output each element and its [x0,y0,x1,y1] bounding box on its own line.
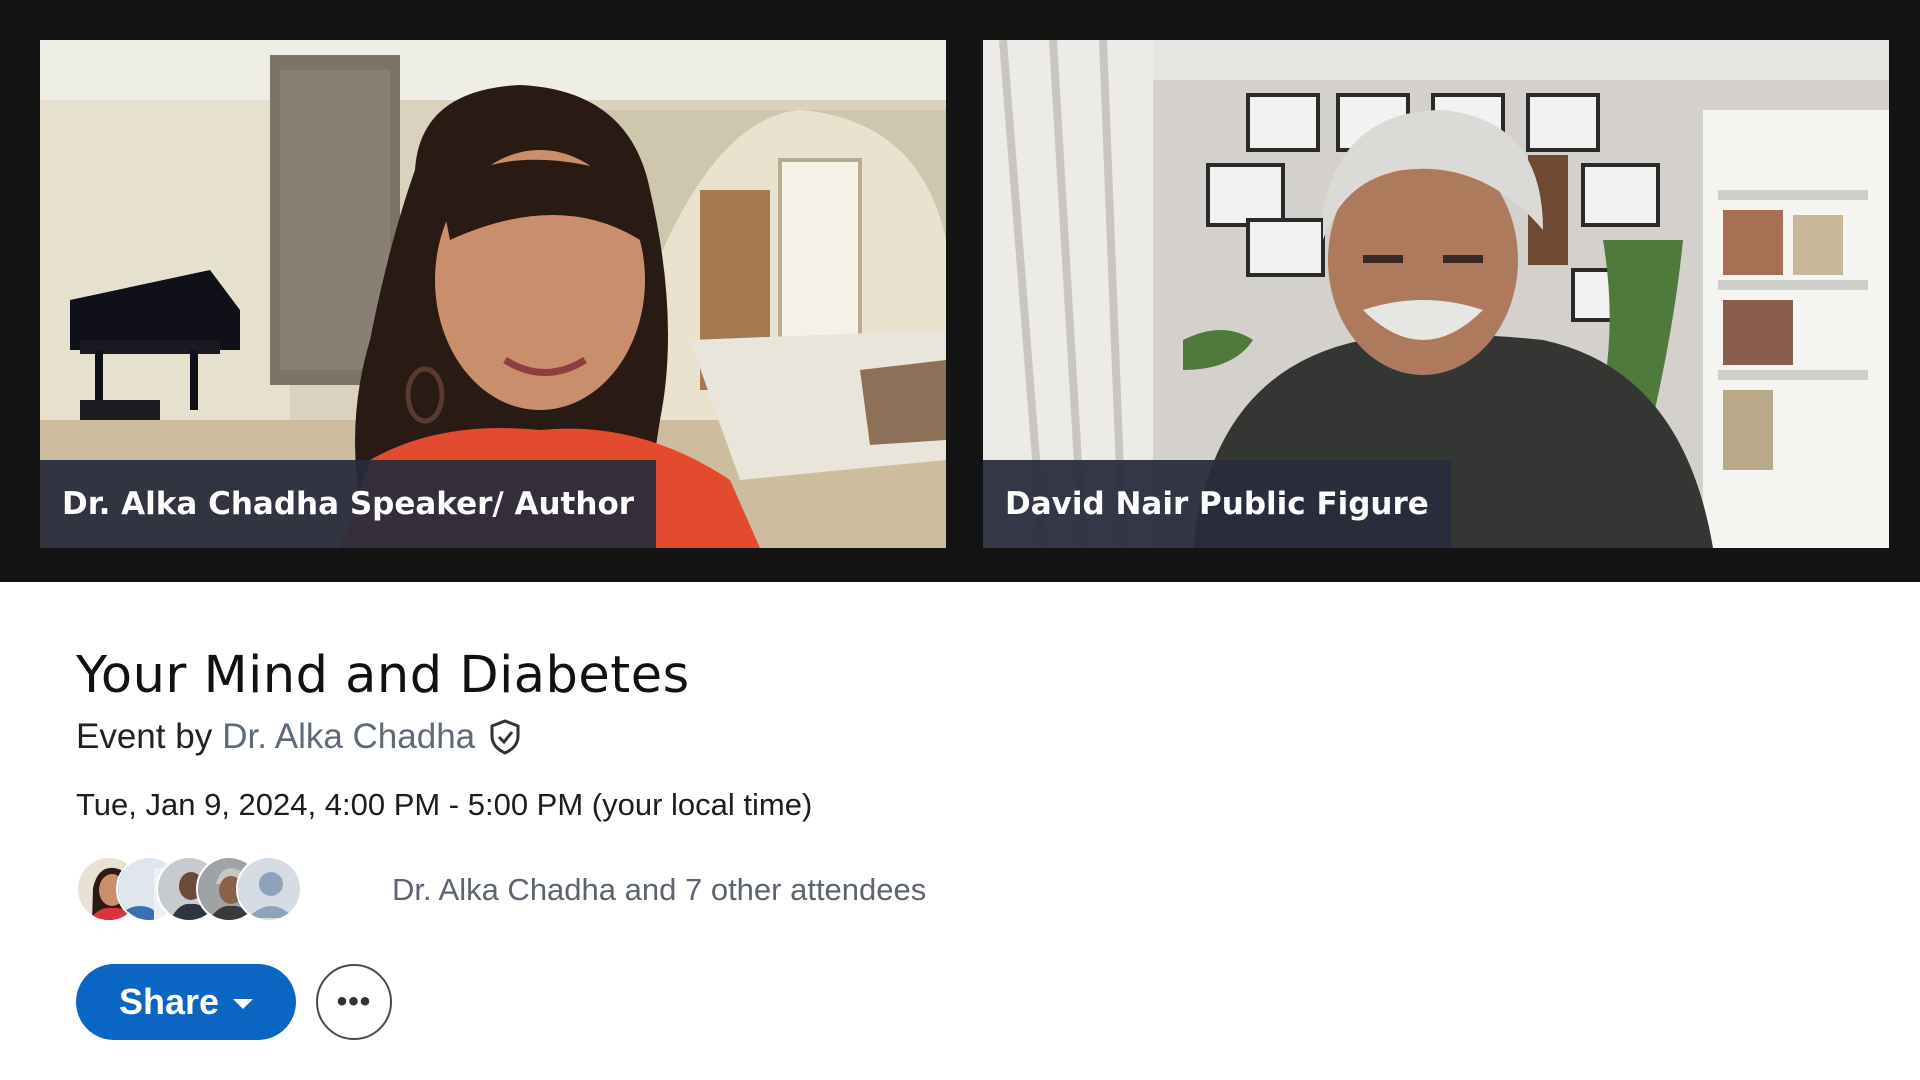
share-label: Share [118,981,220,1022]
verified-shield-icon [489,719,521,755]
avatar [236,856,302,922]
more-options-button[interactable]: ••• [316,964,392,1040]
event-actions: Share ••• [76,964,1676,1040]
attendees-row[interactable]: Dr. Alka Chadha and 7 other attendees [76,856,1676,924]
event-title: Your Mind and Diabetes [76,646,690,705]
ellipsis-icon: ••• [336,985,372,1018]
speaker-tile-alka[interactable]: Dr. Alka Chadha Speaker/ Author [40,40,946,548]
host-name-link[interactable]: Dr. Alka Chadha [222,714,475,760]
event-details: Your Mind and Diabetes Event by Dr. Alka… [76,640,1676,1040]
video-stage: Dr. Alka Chadha Speaker/ Author David Na… [0,0,1920,582]
host-prefix: Event by [76,717,213,756]
event-datetime: Tue, Jan 9, 2024, 4:00 PM - 5:00 PM (you… [76,787,813,822]
speaker-tile-david[interactable]: David Nair Public Figure [983,40,1889,548]
caret-down-icon [233,999,254,1009]
speaker-name-label: David Nair Public Figure [983,460,1451,548]
attendees-text[interactable]: Dr. Alka Chadha and 7 other attendees [392,872,926,908]
attendee-facepile [76,856,302,924]
share-button[interactable]: Share [76,964,296,1040]
speaker-name-label: Dr. Alka Chadha Speaker/ Author [40,460,657,548]
event-host: Event by Dr. Alka Chadha [76,714,1676,760]
